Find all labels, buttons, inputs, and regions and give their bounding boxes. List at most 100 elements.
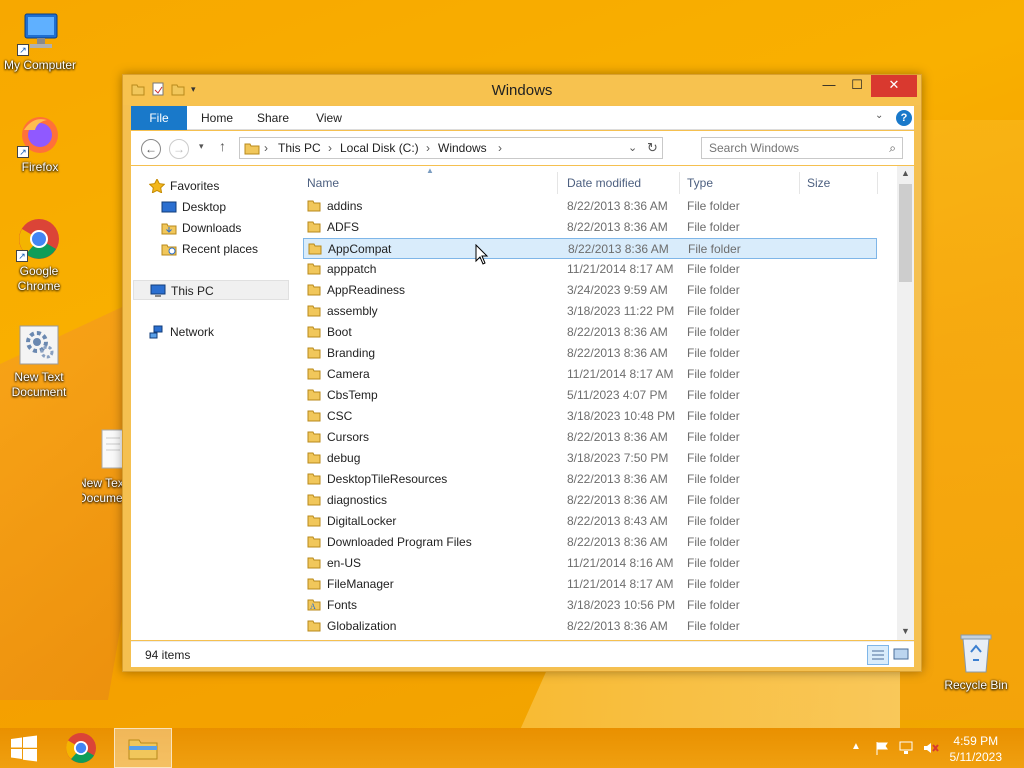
- nav-desktop[interactable]: Desktop: [161, 197, 226, 217]
- table-row[interactable]: apppatch 11/21/2014 8:17 AM File folder: [303, 259, 877, 280]
- refresh-icon[interactable]: ↻: [647, 140, 658, 156]
- network-status-icon[interactable]: [898, 740, 916, 759]
- file-date: 8/22/2013 8:43 AM: [567, 514, 668, 528]
- table-row[interactable]: addins 8/22/2013 8:36 AM File folder: [303, 196, 877, 217]
- scrollbar-thumb[interactable]: [899, 184, 912, 282]
- tab-file[interactable]: File: [131, 106, 187, 130]
- start-button[interactable]: [0, 728, 48, 768]
- breadcrumb-local-disk[interactable]: Local Disk (C:): [340, 141, 419, 155]
- search-icon[interactable]: ⌕: [889, 141, 896, 156]
- column-header-type[interactable]: Type: [687, 172, 713, 194]
- column-divider[interactable]: [557, 172, 558, 194]
- minimize-button[interactable]: —: [815, 75, 843, 97]
- folder-icon: [307, 304, 321, 317]
- up-arrow-icon[interactable]: ↑: [219, 138, 226, 154]
- desktop-icon-firefox[interactable]: ↗ Firefox: [0, 112, 80, 175]
- chevron-down-icon[interactable]: ⌄: [628, 141, 637, 154]
- tab-home[interactable]: Home: [193, 106, 241, 130]
- file-type: File folder: [687, 619, 740, 633]
- show-hidden-icons-icon[interactable]: ▲: [851, 741, 861, 752]
- desktop-icon-new-text-document[interactable]: New Text Document: [0, 322, 78, 400]
- taskbar-file-explorer[interactable]: [114, 728, 172, 768]
- table-row[interactable]: FileManager 11/21/2014 8:17 AM File folder: [303, 574, 877, 595]
- nav-recent-places[interactable]: Recent places: [161, 239, 258, 259]
- column-divider[interactable]: [679, 172, 680, 194]
- file-type: File folder: [687, 535, 740, 549]
- navigation-pane: Favorites Desktop Downloads Recent place…: [131, 166, 291, 640]
- table-row[interactable]: CbsTemp 5/11/2023 4:07 PM File folder: [303, 385, 877, 406]
- tab-view[interactable]: View: [307, 106, 351, 130]
- table-row[interactable]: en-US 11/21/2014 8:16 AM File folder: [303, 553, 877, 574]
- scroll-up-arrow-icon[interactable]: ▲: [901, 168, 910, 178]
- vertical-scrollbar[interactable]: ▲ ▼: [897, 166, 914, 640]
- expand-ribbon-icon[interactable]: ⌄: [875, 110, 883, 121]
- table-row[interactable]: A Fonts 3/18/2023 10:56 PM File folder: [303, 595, 877, 616]
- column-header-name[interactable]: Name: [307, 172, 339, 194]
- folder-icon: [307, 283, 321, 296]
- large-icons-view-button[interactable]: [891, 645, 913, 665]
- table-row[interactable]: Globalization 8/22/2013 8:36 AM File folde…: [303, 616, 877, 637]
- item-count: 94 items: [145, 648, 191, 662]
- file-date: 11/21/2014 8:17 AM: [567, 577, 674, 591]
- table-row[interactable]: assembly 3/18/2023 11:22 PM File folder: [303, 301, 877, 322]
- folder-icon: [244, 141, 260, 158]
- desktop-icon-recycle-bin[interactable]: Recycle Bin: [936, 630, 1016, 693]
- table-row[interactable]: Camera 11/21/2014 8:17 AM File folder: [303, 364, 877, 385]
- column-header-size[interactable]: Size: [807, 172, 830, 194]
- table-row[interactable]: AppCompat 8/22/2013 8:36 AM File folder: [303, 238, 877, 259]
- table-row[interactable]: CSC 3/18/2023 10:48 PM File folder: [303, 406, 877, 427]
- back-button[interactable]: ←: [141, 139, 161, 159]
- folder-icon: [307, 556, 321, 569]
- table-row[interactable]: ADFS 8/22/2013 8:36 AM File folder: [303, 217, 877, 238]
- nav-downloads[interactable]: Downloads: [161, 218, 241, 238]
- desktop-icon-new-text-document-2[interactable]: New Text Document: [82, 428, 122, 506]
- table-row[interactable]: DesktopTileResources 8/22/2013 8:36 AM Fil…: [303, 469, 877, 490]
- column-header-date-modified[interactable]: Date modified: [567, 172, 641, 194]
- close-button[interactable]: ✕: [871, 75, 917, 97]
- address-bar[interactable]: › This PC › Local Disk (C:) › Windows › …: [239, 137, 663, 159]
- table-row[interactable]: AppReadiness 3/24/2023 9:59 AM File folder: [303, 280, 877, 301]
- desktop-icon: [161, 200, 177, 214]
- system-clock[interactable]: 4:59 PM 5/11/2023: [950, 733, 1003, 765]
- nav-this-pc[interactable]: This PC: [133, 280, 289, 300]
- table-row[interactable]: debug 3/18/2023 7:50 PM File folder: [303, 448, 877, 469]
- breadcrumb-this-pc[interactable]: This PC: [278, 141, 321, 155]
- action-center-flag-icon[interactable]: [874, 740, 890, 759]
- table-row[interactable]: Downloaded Program Files 8/22/2013 8:36 A…: [303, 532, 877, 553]
- file-type: File folder: [687, 598, 740, 612]
- desktop-icon-chrome[interactable]: ↗ Google Chrome: [0, 216, 78, 294]
- table-row[interactable]: Cursors 8/22/2013 8:36 AM File folder: [303, 427, 877, 448]
- details-view-button[interactable]: [867, 645, 889, 665]
- table-row[interactable]: diagnostics 8/22/2013 8:36 AM File folder: [303, 490, 877, 511]
- recent-locations-icon[interactable]: ▾: [199, 141, 204, 152]
- volume-muted-icon[interactable]: [922, 740, 940, 759]
- help-icon[interactable]: ?: [896, 110, 912, 126]
- table-row[interactable]: DigitalLocker 8/22/2013 8:43 AM File folde…: [303, 511, 877, 532]
- table-row[interactable]: Branding 8/22/2013 8:36 AM File folder: [303, 343, 877, 364]
- file-date: 5/11/2023 4:07 PM: [567, 388, 668, 402]
- file-type: File folder: [687, 199, 740, 213]
- file-name: CbsTemp: [327, 388, 378, 402]
- table-row[interactable]: Boot 8/22/2013 8:36 AM File folder: [303, 322, 877, 343]
- file-name: Globalization: [327, 619, 397, 633]
- search-input[interactable]: [702, 138, 872, 158]
- taskbar-chrome[interactable]: [58, 728, 104, 768]
- maximize-button[interactable]: ☐: [843, 75, 871, 97]
- nav-network[interactable]: Network: [149, 322, 214, 342]
- forward-button[interactable]: →: [169, 139, 189, 159]
- folder-icon: [307, 619, 321, 632]
- title-bar[interactable]: ▾ Windows — ☐ ✕: [123, 75, 921, 105]
- scroll-down-arrow-icon[interactable]: ▼: [901, 626, 910, 636]
- desktop-icon-my-computer[interactable]: ↗ My Computer: [0, 10, 80, 73]
- file-date: 8/22/2013 8:36 AM: [567, 325, 668, 339]
- tab-share[interactable]: Share: [251, 106, 295, 130]
- nav-favorites[interactable]: Favorites: [148, 176, 219, 196]
- breadcrumb-windows[interactable]: Windows: [438, 141, 487, 155]
- column-divider[interactable]: [799, 172, 800, 194]
- column-divider[interactable]: [877, 172, 878, 194]
- clock-time: 4:59 PM: [953, 734, 999, 748]
- breadcrumb-separator: ›: [328, 141, 332, 155]
- file-name: assembly: [327, 304, 378, 318]
- search-box[interactable]: ⌕: [701, 137, 903, 159]
- star-icon: [148, 177, 166, 194]
